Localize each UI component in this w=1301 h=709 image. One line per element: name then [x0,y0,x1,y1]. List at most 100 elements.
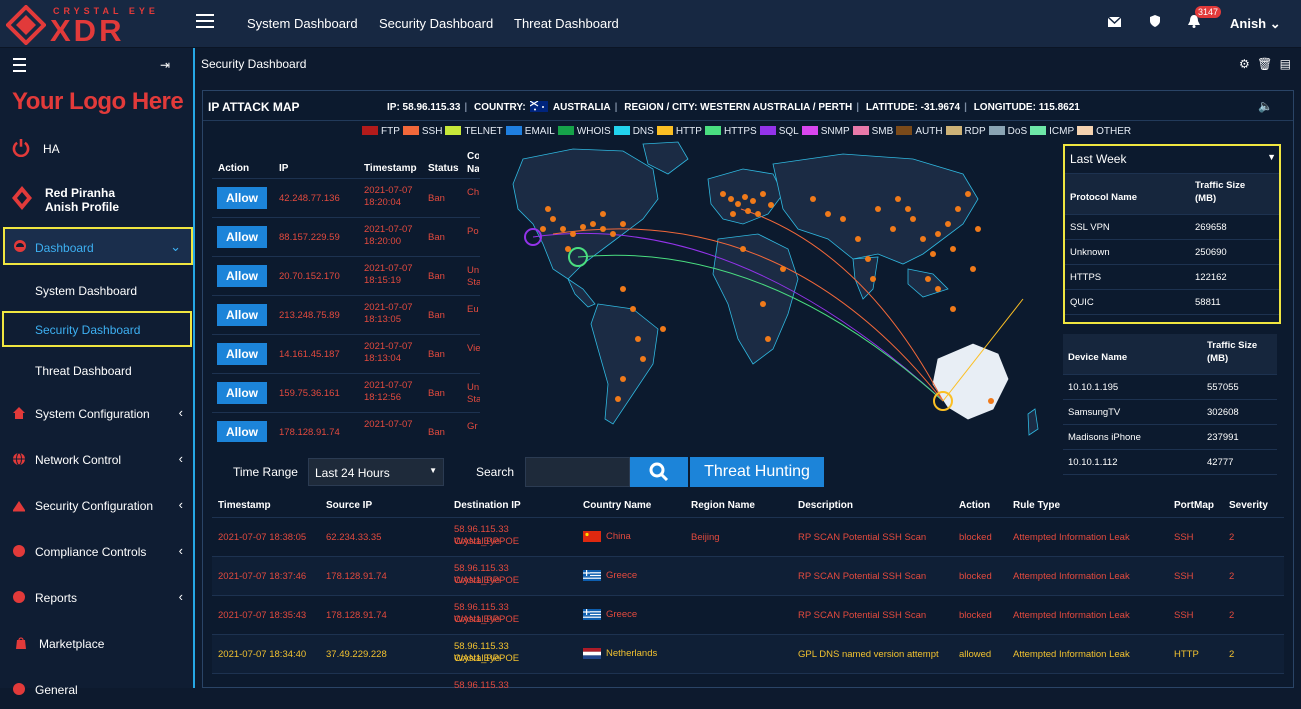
attack-status: Ban [428,232,445,243]
attack-timestamp: 2021-07-07 18:20:00 [364,224,413,248]
settings-icon [13,683,25,695]
legend-item: SNMP [801,126,850,137]
event-row[interactable]: 2021-07-07 18:35:43 178.128.91.74 58.96.11… [212,596,1284,635]
legend-label: SMB [871,126,894,137]
allow-button[interactable]: Allow [217,265,267,287]
allow-button[interactable]: Allow [217,382,267,404]
event-severity: 2 [1229,532,1235,543]
legend-item: SSH [402,126,442,137]
legend-swatch [945,126,962,135]
attack-ip: 14.161.45.187 [279,349,340,360]
notification-count-badge: 3147 [1195,6,1222,18]
attack-map-panel: IP ATTACK MAP IP: 58.96.115.33 | COUNTRY:… [202,90,1294,691]
events-table-header: Timestamp Source IP Destination IP Count… [212,492,1284,518]
menu-toggle-icon[interactable] [196,14,214,32]
event-portmap: HTTP [1174,649,1199,660]
search-label: Search [476,465,515,479]
allow-button[interactable]: Allow [217,304,267,326]
allow-button[interactable]: Allow [217,226,267,248]
sidebar-item-compliance-controls[interactable]: Compliance Controls ‹ [0,533,193,571]
event-country: Greece [583,570,637,582]
destination-ip-line2: WAN1_PPPOE [454,575,520,586]
sidebar-item-dashboard[interactable]: Dashboard ⌄ [3,227,193,265]
event-row[interactable]: 2021-07-07 18:38:05 62.234.33.35 58.96.115… [212,518,1284,557]
protocol-name: QUIC [1070,297,1094,308]
country-name: Greece [606,570,638,581]
sidebar-item-profile[interactable]: Red Piranha Anish Profile [0,178,193,222]
device-traffic: 42777 [1207,457,1234,468]
attack-status: Ban [428,349,445,360]
sidebar-sub-security-dashboard[interactable]: Security Dashboard [2,311,192,347]
attack-status: Ban [428,388,445,399]
attack-timestamp: 2021-07-07 18:13:04 [364,341,413,365]
col-region-name: Region Name [691,500,755,511]
page-actions: ⚙ 🗑 ▤ [1239,57,1291,71]
sidebar-sub-threat-dashboard[interactable]: Threat Dashboard [0,353,193,389]
attack-ip: 213.248.75.89 [279,310,340,321]
gear-icon[interactable]: ⚙ [1239,57,1250,71]
time-range-value: Last 24 Hours [315,466,390,480]
panel-title: IP ATTACK MAP [208,100,300,114]
sidebar-item-marketplace[interactable]: Marketplace [0,625,193,663]
attack-map[interactable] [483,139,1068,445]
event-country: Greece [583,609,637,621]
sidebar-item-general[interactable]: General [0,671,193,709]
allow-button[interactable]: Allow [217,187,267,209]
chevron-left-icon: ‹ [178,405,183,420]
sidebar-item-network-control[interactable]: Network Control ‹ [0,441,193,479]
search-button[interactable] [630,457,688,487]
topnav-security-dashboard[interactable]: Security Dashboard [379,16,493,31]
attack-time: 18:20:04 [364,197,401,208]
event-row[interactable]: 2021-07-07 18:34:40 37.49.229.228 58.96.11… [212,635,1284,674]
cn-flag-icon [583,531,601,542]
sidebar-item-label: Network Control [35,453,122,467]
events-table: Timestamp Source IP Destination IP Count… [212,492,1284,692]
sidebar-item-reports[interactable]: Reports ‹ [0,579,193,617]
time-range-select[interactable]: Last 24 Hours ▼ [308,458,444,486]
col-source-ip: Source IP [326,500,373,511]
legend-label: AUTH [915,126,943,137]
attack-time: 18:13:04 [364,353,401,364]
sidebar-item-system-configuration[interactable]: System Configuration ‹ [0,395,193,433]
country-name: China [606,531,631,542]
protocol-name: Unknown [1070,247,1110,258]
trash-icon[interactable]: 🗑 [1257,57,1272,71]
mail-icon[interactable] [1107,15,1122,30]
allow-button[interactable]: Allow [217,421,267,442]
protocol-table-header: Protocol Name Traffic Size (MB) [1065,174,1279,214]
compliance-icon [13,545,25,557]
allow-button[interactable]: Allow [217,343,267,365]
col-device-name: Device Name [1068,352,1128,363]
sidebar-item-ha[interactable]: HA [0,130,193,168]
sidebar-sub-system-dashboard[interactable]: System Dashboard [0,273,193,309]
legend-item: DNS [613,126,654,137]
chevron-down-icon: ⌄ [1269,16,1281,31]
event-row[interactable]: 2021-07-07 18:37:46 178.128.91.74 58.96.11… [212,557,1284,596]
sidebar-item-label: Dashboard [35,241,94,255]
attack-country: Eu [467,304,479,316]
attack-date: 2021-07-07 [364,185,413,196]
device-row: Madisons iPhone 237991 [1063,424,1277,449]
legend-swatch [613,126,630,135]
book-icon[interactable]: ▤ [1280,57,1291,71]
search-input[interactable] [525,457,630,487]
topnav-threat-dashboard[interactable]: Threat Dashboard [514,16,619,31]
legend-label: DNS [632,126,654,137]
logout-icon[interactable]: ⇥ [160,58,170,72]
sidebar-item-security-configuration[interactable]: Security Configuration ‹ [0,487,193,525]
sidebar-collapse-icon[interactable] [13,58,26,76]
topnav-system-dashboard[interactable]: System Dashboard [247,16,358,31]
sidebar-sub-label: System Dashboard [35,284,138,298]
attack-status: Ban [428,310,445,321]
event-row[interactable]: 58.96.115.33 CrystalEye- [212,674,1284,692]
threat-hunting-button[interactable]: Threat Hunting [690,457,824,487]
device-name: 10.10.1.195 [1068,382,1119,393]
protocol-legend: FTP SSH TELNET EMAIL WHOIS DNS HTTP HTTPS SQL SNM… [362,126,1134,137]
brand-logo[interactable]: CRYSTAL EYE XDR [0,0,195,48]
period-select[interactable]: Last Week ▼ [1065,146,1279,174]
globe-icon [13,452,25,466]
speaker-icon[interactable]: 🔈 [1258,99,1273,113]
user-menu[interactable]: Anish ⌄ [1230,16,1281,32]
device-name: Madisons iPhone [1068,432,1141,443]
shield-icon[interactable] [1150,15,1160,30]
